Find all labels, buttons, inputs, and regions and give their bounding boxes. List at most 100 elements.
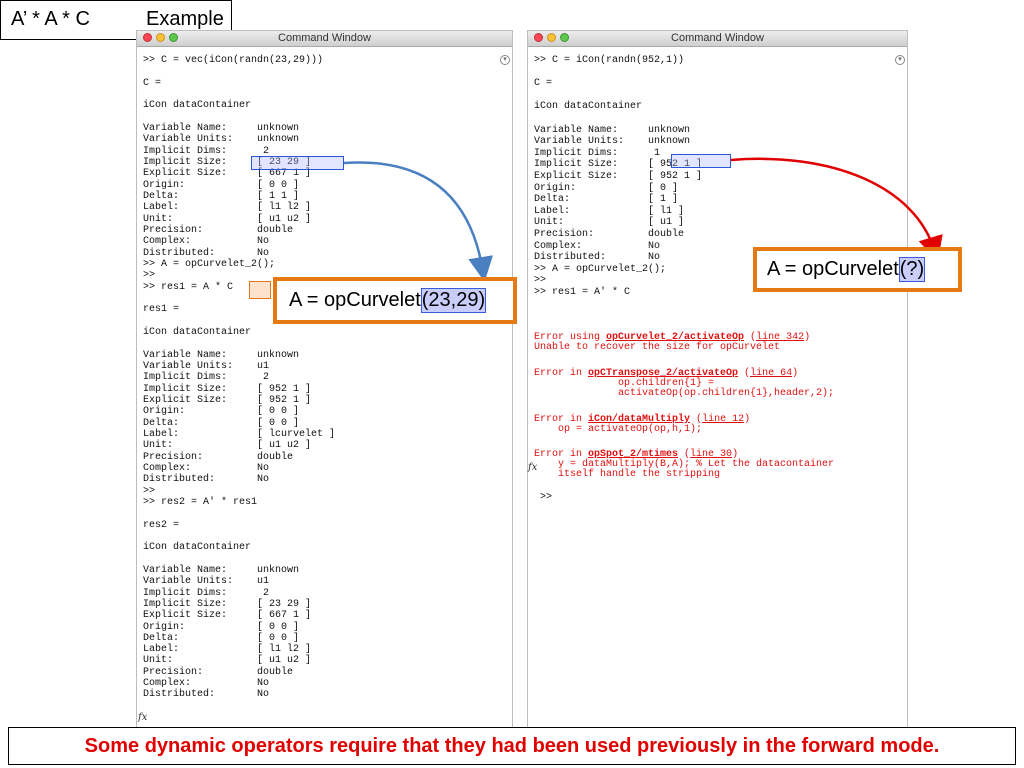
terminal-line: Implicit Size: [ 952 1 ] (143, 383, 312, 395)
implicit-size-highlight (251, 156, 344, 170)
chevron-down-icon[interactable]: ▾ (895, 55, 905, 65)
right-window-titlebar[interactable]: Command Window (528, 31, 907, 47)
terminal-line: Origin: [ 0 ] (534, 182, 679, 194)
terminal-line: Variable Units: u1 (143, 576, 270, 588)
callout-right-text: A = opCurvelet (767, 258, 899, 280)
terminal-line: Unit: [ u1 u2 ] (143, 655, 312, 667)
terminal-line: Variable Name: unknown (143, 349, 300, 361)
error-code: activateOp(op.children{1},header,2); (534, 388, 835, 399)
terminal-line: iCon dataContainer (143, 326, 252, 338)
operator-a-highlight (249, 281, 271, 299)
callout-right: A = opCurvelet (?) (753, 247, 962, 292)
terminal-line: Delta: [ 0 0 ] (143, 417, 300, 429)
terminal-line: Explicit Size: [ 952 1 ] (534, 171, 703, 182)
terminal-line: >> A = opCurvelet_2(); (534, 263, 667, 275)
terminal-line: Complex: No (143, 678, 270, 690)
terminal-line: Explicit Size: [ 667 1 ] (143, 610, 312, 622)
terminal-line: Precision: double (143, 224, 294, 236)
fx-icon: fx (528, 462, 538, 473)
left-window-titlebar[interactable]: Command Window (137, 31, 512, 47)
terminal-line: Label: [ l1 ] (534, 205, 685, 217)
maximize-icon[interactable] (560, 33, 569, 42)
terminal-line: Explicit Size: [ 667 1 ] (143, 168, 312, 180)
terminal-line: Unit: [ u1 ] (534, 217, 685, 229)
error-line-link[interactable]: line 64 (750, 368, 792, 379)
implicit-size-highlight (671, 154, 731, 168)
command-prompt[interactable]: >> (540, 493, 552, 503)
callout-right-args: (?) (898, 257, 926, 282)
terminal-line: Distributed: No (143, 474, 270, 486)
terminal-line: Variable Units: unknown (143, 134, 300, 146)
terminal-line: >> (143, 485, 156, 497)
terminal-line: Complex: No (143, 462, 270, 474)
terminal-line: Distributed: No (143, 247, 270, 259)
terminal-line: >> res2 = A' * res1 (143, 496, 258, 508)
terminal-line: Precision: double (534, 229, 685, 240)
terminal-line: Delta: [ 1 ] (534, 194, 679, 206)
terminal-line: Precision: double (143, 666, 294, 678)
terminal-line: Origin: [ 0 0 ] (143, 179, 300, 191)
terminal-line: Implicit Dims: 2 (143, 587, 270, 599)
terminal-line: Variable Units: u1 (143, 360, 270, 372)
window-controls (534, 33, 569, 42)
chevron-down-icon[interactable]: ▾ (500, 55, 510, 65)
terminal-line: iCon dataContainer (534, 101, 643, 113)
terminal-line: Precision: double (143, 451, 294, 463)
right-command-window[interactable]: Command Window Error using opCurvelet_2/… (527, 30, 908, 728)
terminal-line: Origin: [ 0 0 ] (143, 406, 300, 418)
maximize-icon[interactable] (169, 33, 178, 42)
callout-left: A = opCurvelet (23,29) (273, 277, 517, 324)
left-command-window[interactable]: Command Window >> C = vec(iCon(randn(23,… (136, 30, 513, 728)
terminal-line: iCon dataContainer (143, 100, 252, 112)
footer-note: Some dynamic operators require that they… (8, 727, 1016, 765)
terminal-line: Variable Name: unknown (143, 122, 300, 134)
minimize-icon[interactable] (156, 33, 165, 42)
terminal-line: Variable Name: unknown (534, 124, 691, 136)
error-line-link[interactable]: line 12 (702, 414, 744, 425)
terminal-line: C = (534, 78, 553, 90)
terminal-line: Complex: No (534, 240, 661, 252)
slide-title-formula: A’ * A * C (11, 8, 90, 30)
close-icon[interactable] (143, 33, 152, 42)
terminal-line: >> C = vec(iCon(randn(23,29))) (143, 55, 324, 66)
minimize-icon[interactable] (547, 33, 556, 42)
terminal-line: Label: [ l1 l2 ] (143, 644, 312, 656)
error-code: op = activateOp(op,h,1); (534, 424, 703, 435)
terminal-line: Delta: [ 1 1 ] (143, 190, 300, 202)
terminal-line: Complex: No (143, 236, 270, 248)
terminal-line: >> (143, 270, 156, 282)
window-controls (143, 33, 178, 42)
terminal-line: Implicit Dims: 2 (143, 372, 270, 384)
terminal-line: >> res1 = A * C (143, 281, 234, 293)
terminal-line: Explicit Size: [ 952 1 ] (143, 394, 312, 406)
terminal-line: Label: [ lcurvelet ] (143, 428, 336, 440)
terminal-line: iCon dataContainer (143, 542, 252, 554)
terminal-line: Implicit Size: [ 23 29 ] (143, 598, 312, 610)
terminal-line: Variable Name: unknown (143, 564, 300, 576)
close-icon[interactable] (534, 33, 543, 42)
error-code: itself handle the stripping (534, 469, 721, 480)
terminal-line: >> (534, 275, 547, 287)
terminal-line: Origin: [ 0 0 ] (143, 621, 300, 633)
terminal-line: C = (143, 77, 162, 89)
terminal-line: Unit: [ u1 u2 ] (143, 213, 312, 225)
terminal-line: Label: [ l1 l2 ] (143, 202, 312, 214)
terminal-line: res1 = (143, 304, 180, 316)
right-window-title: Command Window (671, 32, 764, 44)
slide-title-example: Example (146, 8, 224, 30)
left-window-title: Command Window (278, 32, 371, 44)
terminal-line: >> res1 = A' * C (534, 287, 631, 298)
callout-left-args: (23,29) (420, 288, 487, 313)
terminal-line: Variable Units: unknown (534, 136, 691, 148)
terminal-line: Unit: [ u1 u2 ] (143, 440, 312, 452)
fx-icon: fx (138, 712, 148, 723)
callout-left-text: A = opCurvelet (289, 289, 421, 311)
terminal-line: >> A = opCurvelet_2(); (143, 258, 276, 270)
terminal-line: Delta: [ 0 0 ] (143, 632, 300, 644)
error-message: Unable to recover the size for opCurvele… (534, 342, 781, 353)
terminal-line: Implicit Dims: 1 (534, 147, 661, 159)
terminal-line: res2 = (143, 519, 180, 531)
terminal-line: Distributed: No (143, 689, 270, 701)
terminal-line: Distributed: No (534, 252, 661, 264)
terminal-line: >> C = iCon(randn(952,1)) (534, 55, 685, 66)
